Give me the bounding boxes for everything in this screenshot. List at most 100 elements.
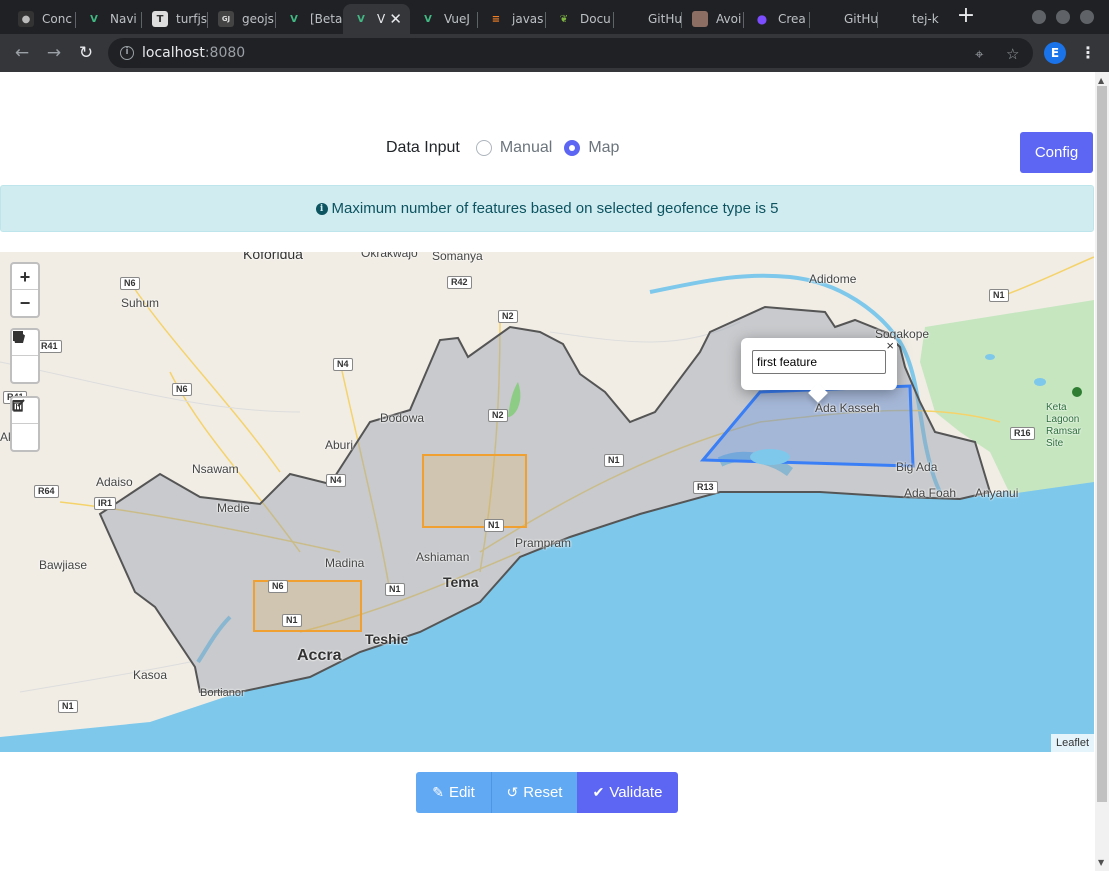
site-info-icon[interactable]: i [120,46,134,60]
road-shield: N4 [333,358,353,371]
browser-tab[interactable]: ≡ javas [478,4,546,34]
address-bar[interactable]: i localhost:8080 ⌖ ☆ [108,38,1033,68]
browser-tab[interactable]: T turfjs [142,4,208,34]
draw-rectangle-button[interactable] [12,331,38,382]
close-tab-icon[interactable]: ✕ [389,10,402,28]
drawn-rectangle [422,454,527,528]
browser-tab[interactable]: V Navi [76,4,142,34]
tab-label: javas [512,12,544,26]
map-label: Suhum [121,296,160,310]
github-icon: ● [18,11,34,27]
zoom-in-button[interactable]: + [12,264,38,290]
browser-tab[interactable]: ● Crea [744,4,810,34]
radio-manual-label[interactable]: Manual [500,139,552,157]
scrollbar-thumb[interactable] [1097,86,1107,802]
back-arrow-icon[interactable]: ← [11,42,33,64]
map-label: Bawjiase [39,558,88,572]
leaf-icon: ❦ [559,13,569,25]
browser-tab[interactable]: GitHu [614,4,682,34]
browser-tab[interactable]: tej-k [878,4,942,34]
delete-layers-button[interactable] [12,400,38,450]
reset-button-label: Reset [523,784,563,801]
validate-button[interactable]: ✔ Validate [577,772,678,813]
map-attribution[interactable]: Leaflet [1050,734,1094,752]
road-shield: N2 [498,310,518,323]
radio-map-label[interactable]: Map [588,139,619,157]
avatar-icon [692,11,708,27]
reload-icon[interactable]: ↻ [75,42,97,64]
map-label: Tema [443,574,479,590]
github-icon [820,11,836,27]
road-shield: N2 [488,409,508,422]
close-window-button[interactable] [1080,10,1094,24]
url-text[interactable]: localhost:8080 [142,45,245,61]
browser-tab[interactable]: Avoi [682,4,744,34]
vue-icon: V [424,13,432,25]
browser-tab-strip: ● Conc V Navi T turfjs GJ geojs V [Beta … [0,0,1109,34]
tab-label: GitHu [844,12,878,26]
tab-label: [Beta [310,12,342,26]
radio-map[interactable]: Map [564,139,619,157]
edit-button[interactable]: ✎ Edit [416,772,492,813]
bookmark-star-icon[interactable]: ☆ [1006,45,1019,63]
radio-manual-circle[interactable] [475,140,492,156]
browser-tab[interactable]: V [Beta [276,4,342,34]
browser-tab[interactable]: GitHu [810,4,878,34]
road-shield: N1 [604,454,624,467]
zoom-out-button[interactable]: − [12,290,38,316]
trash-icon [13,400,23,412]
radio-manual[interactable]: Manual [475,139,552,157]
tab-label: GitHu [648,12,682,26]
undo-icon: ↺ [506,784,519,800]
tab-label: V [377,12,386,26]
forward-arrow-icon[interactable]: → [43,42,65,64]
map-label: Nsawam [192,462,239,476]
browser-tab[interactable]: ● Conc [8,4,76,34]
profile-avatar[interactable]: E [1044,42,1066,64]
data-input-selector: Data Input Manual Map [386,138,631,158]
page-scrollbar[interactable]: ▲ ▼ [1095,72,1109,871]
map-label: Big Ada [896,460,938,474]
scroll-up-arrow-icon[interactable]: ▲ [1098,76,1104,85]
map-label: Dodowa [380,411,425,425]
zoom-control: + − [10,262,40,318]
draw-toolbar [10,328,40,384]
maximize-window-button[interactable] [1056,10,1070,24]
browser-tab-active[interactable]: V V ✕ [343,4,410,34]
github-icon [624,11,640,27]
edit-button-label: Edit [448,784,475,801]
vue-icon: V [290,13,298,25]
data-input-label: Data Input [386,139,460,156]
browser-tab[interactable]: V VueJ [410,4,478,34]
radio-map-circle[interactable] [564,140,581,156]
road-shield: R42 [447,276,472,289]
browser-tab[interactable]: GJ geojs [208,4,276,34]
feature-name-input[interactable] [752,350,886,374]
browser-menu-icon[interactable]: ⋮ [1080,42,1096,64]
config-button[interactable]: Config [1020,132,1093,173]
map-label: Ashiaman [416,550,470,564]
map-container[interactable]: Koforidua Okrakwajo Somanya Adidome Soga… [0,252,1094,752]
blocked-location-icon[interactable]: ⌖ [975,45,983,63]
map-label: Okrakwajo [361,252,418,260]
vue-icon: V [90,13,98,25]
action-button-group: ✎ Edit ↺ Reset ✔ Validate [416,772,678,813]
road-shield: R13 [693,481,718,494]
road-shield: R64 [34,485,59,498]
road-shield: N1 [58,700,78,713]
minimize-window-button[interactable] [1032,10,1046,24]
map-label: Teshie [365,631,409,647]
map-label: Aburi [325,438,354,452]
info-alert: i Maximum number of features based on se… [0,185,1094,232]
circles-icon: ● [756,12,768,26]
browser-tab[interactable]: ❦ Docu [546,4,614,34]
tab-label: geojs [242,12,274,26]
map-label: Anyanui [975,486,1019,500]
map-label: Koforidua [243,252,303,262]
reset-button[interactable]: ↺ Reset [492,772,577,813]
tab-label: Avoi [716,12,742,26]
scroll-down-arrow-icon[interactable]: ▼ [1098,858,1104,867]
popup-close-icon[interactable]: × [886,339,894,353]
road-shield: N6 [172,383,192,396]
new-tab-button[interactable]: + [956,5,976,29]
